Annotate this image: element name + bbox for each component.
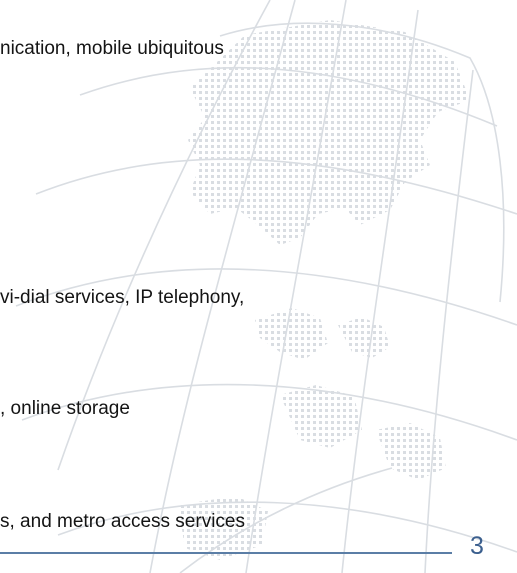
content-line-2: vi-dial services, IP telephony, [0,287,245,308]
content-line-3: , online storage [0,398,130,419]
footer-divider [0,552,452,554]
page-number: 3 [470,532,484,560]
content-line-1: nication, mobile ubiquitous [0,38,224,59]
content-line-4: s, and metro access services [0,511,245,532]
